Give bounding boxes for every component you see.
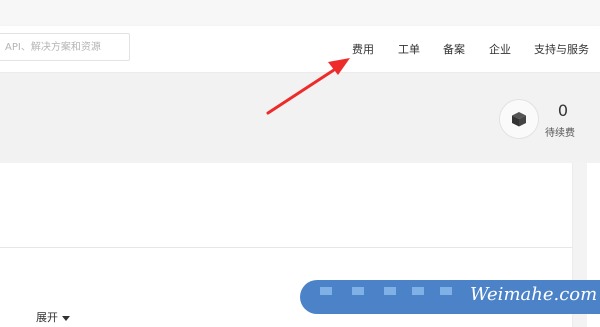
renewal-label: 待续费 [545,128,575,139]
expand-toggle[interactable]: 展开 [36,309,70,325]
search-box[interactable] [0,33,130,61]
search-input[interactable] [0,34,129,60]
renewal-icon-button[interactable] [499,99,539,139]
watermark-block [320,287,332,295]
top-strip [0,0,600,26]
watermark-block [412,287,424,295]
nav-item-enterprise[interactable]: 企业 [489,41,511,57]
watermark-block [440,287,452,295]
nav-item-fees[interactable]: 费用 [352,41,374,57]
nav-item-support[interactable]: 支持与服务 [534,41,589,57]
top-navbar: 费用 工单 备案 企业 支持与服务 [0,26,600,73]
watermark-block [384,287,396,295]
watermark-block [352,287,364,295]
nav-item-filing[interactable]: 备案 [443,41,465,57]
watermark-text: Weimahe.com [470,284,598,305]
nav-item-tickets[interactable]: 工单 [398,41,420,57]
expand-label: 展开 [36,311,58,324]
section-divider [0,247,576,248]
box-icon [512,112,526,127]
renewal-count[interactable]: 0 [553,101,573,120]
caret-down-icon [62,315,70,321]
